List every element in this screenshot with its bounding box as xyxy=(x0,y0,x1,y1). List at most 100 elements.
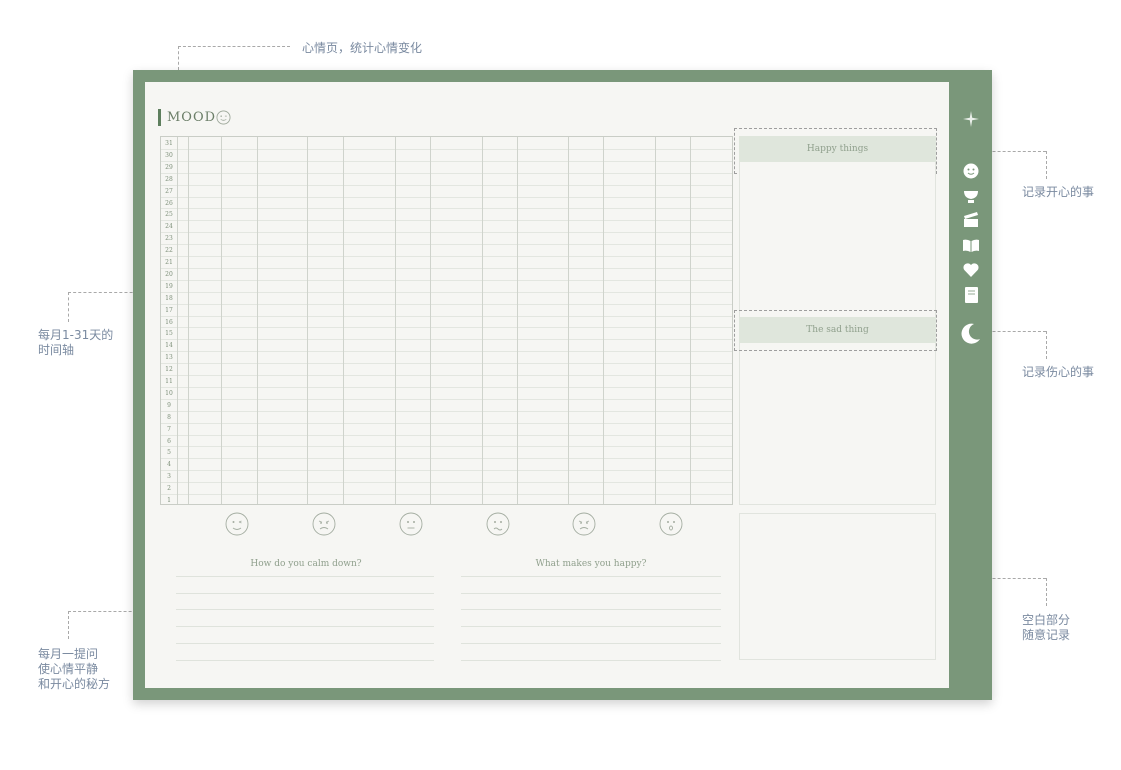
book-icon[interactable] xyxy=(963,239,979,252)
grid-row-line xyxy=(161,339,732,341)
grid-column-line xyxy=(430,137,431,504)
neutral-face-icon xyxy=(399,512,423,536)
grid-row-line xyxy=(161,327,732,329)
day-label: 16 xyxy=(165,318,173,326)
day-label: 23 xyxy=(165,235,173,243)
grid-row-line xyxy=(161,291,732,293)
sparkle-icon[interactable] xyxy=(963,111,979,127)
grid-column-line xyxy=(603,137,604,504)
day-label: 29 xyxy=(165,163,173,171)
annotation-leader xyxy=(68,611,69,639)
day-label: 3 xyxy=(167,473,171,481)
day-label: 10 xyxy=(165,389,173,397)
day-label: 17 xyxy=(165,306,173,314)
day-label: 19 xyxy=(165,282,173,290)
writing-line xyxy=(176,609,434,610)
grid-row-line xyxy=(161,446,732,448)
annotation-monthly-question: 每月一提问 使心情平静 和开心的秘方 xyxy=(38,647,110,692)
grid-row-line xyxy=(161,244,732,246)
day-label: 7 xyxy=(167,425,171,433)
grid-column-line xyxy=(221,137,222,504)
grid-row-line xyxy=(161,434,732,436)
happy-things-header: Happy things xyxy=(739,136,936,162)
grid-row-line xyxy=(161,315,732,317)
day-label: 8 xyxy=(167,413,171,421)
annotation-happy: 记录开心的事 xyxy=(1022,185,1095,199)
annotation-monthly-question-line2: 使心情平静 xyxy=(38,662,99,676)
writing-line xyxy=(176,593,434,594)
annotation-monthly-question-line1: 每月一提问 xyxy=(38,647,99,661)
writing-line xyxy=(461,643,721,644)
day-label: 15 xyxy=(165,330,173,338)
grid-column-line xyxy=(655,137,656,504)
writing-line xyxy=(176,576,434,577)
day-label: 20 xyxy=(165,270,173,278)
notebook-icon[interactable] xyxy=(965,287,978,303)
surprised-face-icon xyxy=(659,512,683,536)
grid-column-line xyxy=(482,137,483,504)
page-title: MOOD xyxy=(167,110,217,125)
grid-row-line xyxy=(161,160,732,162)
grid-column-line xyxy=(395,137,396,504)
day-label: 14 xyxy=(165,342,173,350)
wink-face-icon xyxy=(225,512,249,536)
grid-row-line xyxy=(161,256,732,258)
grid-row-line xyxy=(161,422,732,424)
grid-row-line xyxy=(161,220,732,222)
angry-face-icon xyxy=(572,512,596,536)
question-happy: What makes you happy? xyxy=(535,559,647,569)
annotation-mood-page: 心情页，统计心情变化 xyxy=(302,41,423,55)
day-label: 9 xyxy=(167,401,171,409)
sad-thing-header: The sad thing xyxy=(739,317,936,343)
day-label: 25 xyxy=(165,211,173,219)
title-accent-bar xyxy=(158,109,161,126)
grid-row-line xyxy=(161,375,732,377)
day-label: 13 xyxy=(165,354,173,362)
annotation-leader xyxy=(1046,151,1047,179)
day-label: 28 xyxy=(165,175,173,183)
clapperboard-icon[interactable] xyxy=(963,212,979,227)
day-label: 6 xyxy=(167,437,171,445)
annotation-leader xyxy=(1046,578,1047,606)
annotation-leader xyxy=(178,46,179,70)
day-label: 24 xyxy=(165,223,173,231)
grid-column-line xyxy=(568,137,569,504)
day-label: 2 xyxy=(167,485,171,493)
smiley-icon[interactable] xyxy=(963,163,979,179)
annotation-leader xyxy=(1046,331,1047,359)
question-calm-down: How do you calm down? xyxy=(250,559,362,569)
grid-row-line xyxy=(161,279,732,281)
annotation-blank: 空白部分 随意记录 xyxy=(1022,613,1070,643)
grid-row-line xyxy=(161,196,732,198)
writing-line xyxy=(461,626,721,627)
annotation-leader xyxy=(68,292,69,322)
mood-grid[interactable]: 31 30 29 28 27 26 25 24 23 22 21 20 19 18 17 16 15 14 13 12… xyxy=(160,136,733,505)
grid-row-line xyxy=(161,482,732,484)
grid-row-line xyxy=(161,410,732,412)
annotation-blank-line2: 随意记录 xyxy=(1022,628,1071,642)
grid-row-line xyxy=(161,208,732,210)
day-label: 11 xyxy=(165,378,173,386)
grid-row-line xyxy=(161,303,732,305)
writing-line xyxy=(461,609,721,610)
sad-face-icon xyxy=(312,512,336,536)
grid-row-line xyxy=(161,386,732,388)
cup-icon[interactable] xyxy=(963,190,979,204)
heart-icon[interactable] xyxy=(963,263,979,277)
day-label: 4 xyxy=(167,461,171,469)
writing-line xyxy=(461,660,721,661)
grid-column-line xyxy=(690,137,691,504)
annotation-timeline: 每月1-31天的 时间轴 xyxy=(38,328,113,358)
blank-notes-area[interactable] xyxy=(739,513,936,660)
grid-row-line xyxy=(161,172,732,174)
moon-icon[interactable] xyxy=(961,323,981,345)
writing-line xyxy=(176,626,434,627)
grid-column-line xyxy=(177,137,178,504)
annotation-timeline-line2: 时间轴 xyxy=(38,343,75,357)
day-label: 22 xyxy=(165,247,173,255)
grid-column-line xyxy=(343,137,344,504)
day-label: 27 xyxy=(165,187,173,195)
grid-row-line xyxy=(161,351,732,353)
grid-row-line xyxy=(161,232,732,234)
day-label: 5 xyxy=(167,449,171,457)
